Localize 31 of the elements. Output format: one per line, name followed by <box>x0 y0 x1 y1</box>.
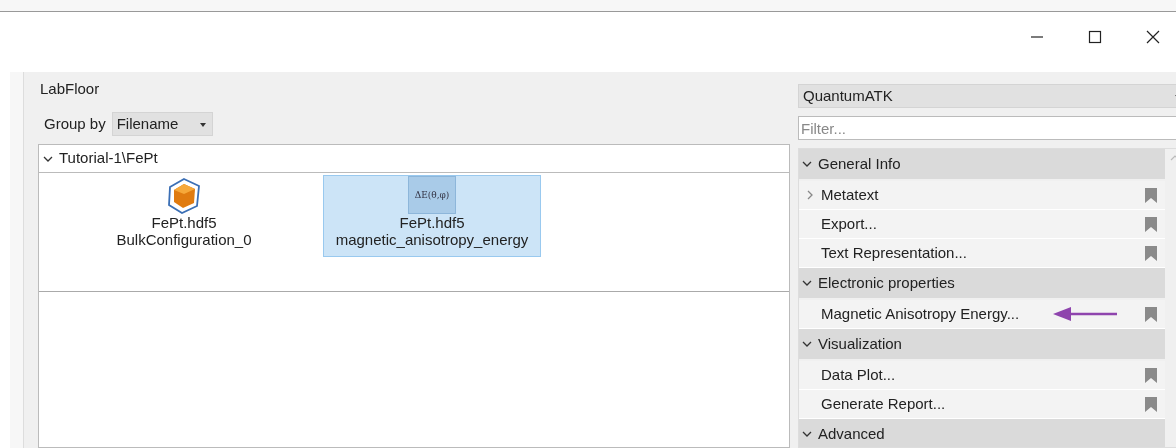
bookmark-icon[interactable] <box>1145 367 1157 383</box>
filter-field[interactable]: Filter... <box>798 116 1176 140</box>
maximize-icon <box>1088 30 1102 44</box>
object-name: magnetic_anisotropy_energy <box>335 231 529 249</box>
section-header[interactable]: Electronic properties <box>799 268 1165 298</box>
bookmark-icon[interactable] <box>1145 396 1157 412</box>
group-by-label: Group by <box>44 113 106 134</box>
plot-thumbnail: ΔE(θ,φ) <box>408 176 456 214</box>
section-header[interactable]: Visualization <box>799 329 1165 359</box>
file-item[interactable]: ΔE(θ,φ) FePt.hdf5 magnetic_anisotropy_energy <box>323 175 541 257</box>
file-item[interactable]: FePt.hdf5 BulkConfiguration_0 <box>75 175 293 257</box>
close-icon <box>1146 30 1160 44</box>
bookmark-icon[interactable] <box>1145 245 1157 261</box>
bookmark-icon[interactable] <box>1145 216 1157 232</box>
section-header[interactable]: Advanced <box>799 419 1165 447</box>
expand-chevron-icon[interactable] <box>802 159 812 169</box>
object-name: BulkConfiguration_0 <box>116 231 252 249</box>
file-name: FePt.hdf5 <box>151 214 217 232</box>
tools-dropdown[interactable]: QuantumATK <box>798 84 1176 108</box>
file-name: FePt.hdf5 <box>399 214 465 232</box>
caret-icon <box>200 122 207 127</box>
panel-title: LabFloor <box>40 80 101 98</box>
cube-icon <box>167 178 201 214</box>
section-header[interactable]: General Info <box>799 149 1165 179</box>
expand-chevron-icon[interactable] <box>802 339 812 349</box>
expand-chevron-icon[interactable] <box>802 278 812 288</box>
group-by-dropdown[interactable]: Filename <box>111 112 214 136</box>
bookmark-icon[interactable] <box>1145 306 1157 322</box>
bookmark-icon[interactable] <box>1145 187 1157 203</box>
group-label: Tutorial-1\FePt <box>59 148 158 169</box>
expand-chevron-icon[interactable] <box>802 429 812 439</box>
